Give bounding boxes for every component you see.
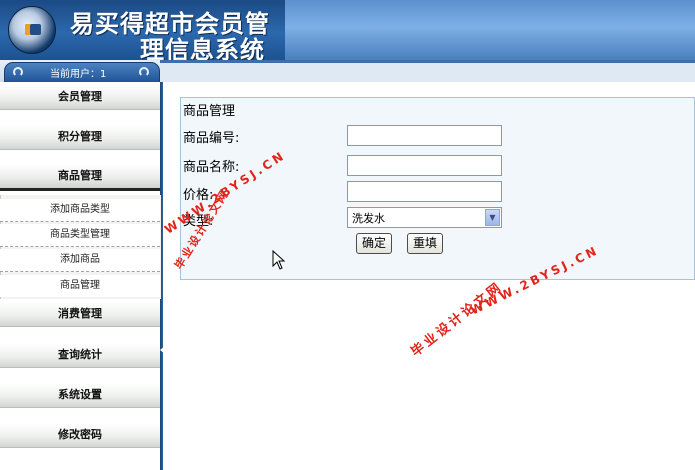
- app-header: 易买得超市会员管 理信息系统: [0, 0, 695, 60]
- tab-left-knob-icon: [13, 67, 23, 77]
- product-name-label: 商品名称:: [183, 160, 240, 175]
- product-code-label: 商品编号:: [183, 131, 240, 146]
- price-input[interactable]: [347, 181, 502, 202]
- menu-member-management[interactable]: 会员管理: [0, 85, 160, 110]
- mouse-cursor-icon: [272, 250, 286, 270]
- menu-label: 修改密码: [58, 428, 102, 441]
- confirm-button[interactable]: 确定: [356, 233, 392, 254]
- product-name-input[interactable]: [347, 155, 502, 176]
- chevron-down-icon[interactable]: ▼: [485, 209, 500, 226]
- logo-mark: [25, 24, 41, 35]
- content-top-border: [160, 60, 695, 82]
- current-user-label: 当前用户：1: [50, 69, 107, 80]
- menu-label: 系统设置: [58, 388, 102, 401]
- current-user-tab: 当前用户：1: [4, 62, 160, 83]
- menu-points-management[interactable]: 积分管理: [0, 125, 160, 150]
- reset-button[interactable]: 重填: [407, 233, 443, 254]
- menu-system-settings[interactable]: 系统设置: [0, 383, 160, 408]
- menu-change-password[interactable]: 修改密码: [0, 423, 160, 448]
- menu-label: 商品管理: [58, 169, 102, 182]
- tab-right-knob-icon: [139, 67, 149, 77]
- type-select[interactable]: 洗发水 ▼: [347, 207, 502, 228]
- product-code-input[interactable]: [347, 125, 502, 146]
- submenu-label: 商品管理: [60, 280, 100, 291]
- submenu-add-product[interactable]: 添加商品: [0, 249, 160, 272]
- menu-query-statistics[interactable]: 查询统计: [0, 343, 160, 368]
- app-logo: [8, 6, 56, 54]
- submenu-product-type-management[interactable]: 商品类型管理: [0, 224, 160, 247]
- menu-product-management[interactable]: 商品管理: [0, 164, 160, 191]
- app-title-line2: 理信息系统: [140, 35, 265, 60]
- submenu-label: 添加商品: [60, 254, 100, 265]
- menu-label: 查询统计: [58, 348, 102, 361]
- menu-label: 积分管理: [58, 130, 102, 143]
- type-selected-value: 洗发水: [352, 212, 385, 225]
- submenu-product-management[interactable]: 商品管理: [0, 275, 160, 297]
- menu-consumption-management[interactable]: 消费管理: [0, 302, 160, 327]
- menu-label: 会员管理: [58, 90, 102, 103]
- header-gradient: [285, 0, 695, 60]
- menu-label: 消费管理: [58, 307, 102, 320]
- submenu-label: 添加商品类型: [50, 204, 110, 215]
- submenu-label: 商品类型管理: [50, 229, 110, 240]
- form-title: 商品管理: [183, 104, 236, 119]
- submenu-add-product-type[interactable]: 添加商品类型: [0, 199, 160, 222]
